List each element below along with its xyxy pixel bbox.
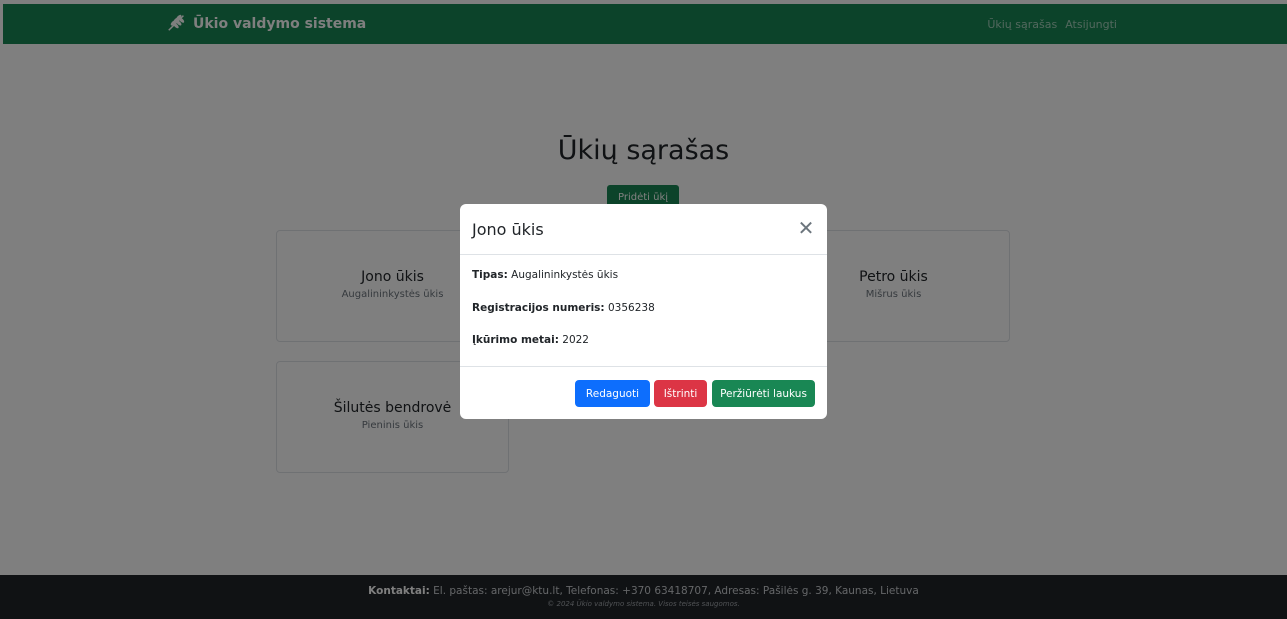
field-founding-year: Įkūrimo metai: 2022: [472, 334, 815, 347]
farm-details-modal: Jono ūkis ✕ Tipas: Augalininkystės ūkis …: [460, 204, 827, 419]
view-fields-button[interactable]: Peržiūrėti laukus: [712, 380, 815, 407]
field-label: Registracijos numeris:: [472, 301, 605, 314]
field-type: Tipas: Augalininkystės ūkis: [472, 269, 815, 282]
edit-button[interactable]: Redaguoti: [575, 380, 650, 407]
delete-button[interactable]: Ištrinti: [654, 380, 707, 407]
field-label: Tipas:: [472, 269, 508, 281]
modal-title: Jono ūkis: [472, 220, 544, 239]
field-registration-number: Registracijos numeris: 0356238: [472, 302, 815, 315]
modal-header: Jono ūkis ✕: [460, 204, 827, 255]
field-label: Įkūrimo metai:: [472, 334, 559, 347]
field-value: Augalininkystės ūkis: [511, 269, 619, 281]
field-value: 0356238: [607, 301, 655, 314]
modal-body: Tipas: Augalininkystės ūkis Registracijo…: [460, 255, 827, 367]
close-icon[interactable]: ✕: [795, 217, 817, 239]
field-value: 2022: [562, 334, 589, 347]
modal-footer: Redaguoti Ištrinti Peržiūrėti laukus: [460, 367, 827, 419]
